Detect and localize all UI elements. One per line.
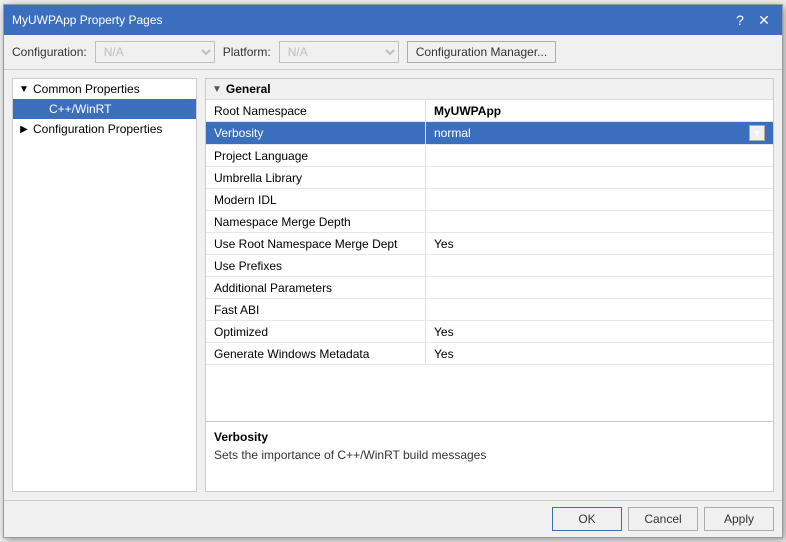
property-name-fast-abi: Fast ABI (206, 299, 426, 320)
ok-button[interactable]: OK (552, 507, 622, 531)
apply-button[interactable]: Apply (704, 507, 774, 531)
sidebar-item-common-properties[interactable]: ▼ Common Properties (13, 79, 196, 99)
dialog: MyUWPApp Property Pages ? ✕ Configuratio… (3, 4, 783, 538)
property-value-use-root-namespace: Yes (426, 233, 773, 254)
close-button[interactable]: ✕ (754, 11, 774, 29)
property-name-verbosity: Verbosity (206, 122, 426, 144)
section-title: General (226, 82, 271, 96)
property-row-generate-windows-metadata[interactable]: Generate Windows Metadata Yes (206, 343, 773, 365)
property-row-optimized[interactable]: Optimized Yes (206, 321, 773, 343)
main-content: ▼ Common Properties C++/WinRT ▶ Configur… (4, 70, 782, 500)
property-name-umbrella-library: Umbrella Library (206, 167, 426, 188)
sidebar-label-common: Common Properties (33, 82, 140, 96)
footer: OK Cancel Apply (4, 500, 782, 537)
property-value-optimized: Yes (426, 321, 773, 342)
property-name-use-prefixes: Use Prefixes (206, 255, 426, 276)
sidebar: ▼ Common Properties C++/WinRT ▶ Configur… (12, 78, 197, 492)
property-value-umbrella-library (426, 167, 773, 188)
description-text: Sets the importance of C++/WinRT build m… (214, 448, 765, 462)
section-collapse-arrow: ▼ (212, 84, 222, 95)
platform-select[interactable]: N/A (279, 41, 399, 63)
property-value-modern-idl (426, 189, 773, 210)
property-name-optimized: Optimized (206, 321, 426, 342)
sidebar-label-cpp-winrt: C++/WinRT (49, 102, 111, 116)
collapse-arrow-common: ▼ (17, 84, 31, 95)
title-bar: MyUWPApp Property Pages ? ✕ (4, 5, 782, 35)
property-name-additional-params: Additional Parameters (206, 277, 426, 298)
verbosity-value-text: normal (434, 126, 471, 140)
property-row-umbrella-library[interactable]: Umbrella Library (206, 167, 773, 189)
description-title: Verbosity (214, 430, 765, 444)
cancel-button[interactable]: Cancel (628, 507, 698, 531)
property-name-use-root-namespace: Use Root Namespace Merge Dept (206, 233, 426, 254)
property-row-project-language[interactable]: Project Language (206, 145, 773, 167)
property-value-generate-windows-metadata: Yes (426, 343, 773, 364)
title-bar-buttons: ? ✕ (730, 11, 774, 29)
toolbar: Configuration: N/A Platform: N/A Configu… (4, 35, 782, 70)
property-value-project-language (426, 145, 773, 166)
property-value-root-namespace: MyUWPApp (426, 100, 773, 121)
property-value-use-prefixes (426, 255, 773, 276)
property-value-namespace-merge-depth (426, 211, 773, 232)
configuration-select[interactable]: N/A (95, 41, 215, 63)
property-name-namespace-merge-depth: Namespace Merge Depth (206, 211, 426, 232)
section-header-general: ▼ General (206, 79, 773, 100)
property-row-namespace-merge-depth[interactable]: Namespace Merge Depth (206, 211, 773, 233)
property-row-use-root-namespace[interactable]: Use Root Namespace Merge Dept Yes (206, 233, 773, 255)
sidebar-label-config: Configuration Properties (33, 122, 162, 136)
property-row-modern-idl[interactable]: Modern IDL (206, 189, 773, 211)
dialog-title: MyUWPApp Property Pages (12, 13, 163, 27)
sidebar-item-cpp-winrt[interactable]: C++/WinRT (13, 99, 196, 119)
property-value-additional-params (426, 277, 773, 298)
sidebar-item-config-properties[interactable]: ▶ Configuration Properties (13, 119, 196, 139)
property-row-fast-abi[interactable]: Fast ABI (206, 299, 773, 321)
property-grid: ▼ General Root Namespace MyUWPApp Verbos… (206, 79, 773, 421)
property-name-project-language: Project Language (206, 145, 426, 166)
description-panel: Verbosity Sets the importance of C++/Win… (206, 421, 773, 491)
config-label: Configuration: (12, 45, 87, 59)
verbosity-dropdown-arrow[interactable]: ▼ (749, 125, 765, 141)
property-value-fast-abi (426, 299, 773, 320)
property-row-root-namespace[interactable]: Root Namespace MyUWPApp (206, 100, 773, 122)
collapse-arrow-config: ▶ (17, 124, 31, 135)
property-value-verbosity: normal ▼ (426, 122, 773, 144)
property-row-verbosity[interactable]: Verbosity normal ▼ (206, 122, 773, 145)
config-manager-button[interactable]: Configuration Manager... (407, 41, 556, 63)
property-row-additional-params[interactable]: Additional Parameters (206, 277, 773, 299)
property-name-generate-windows-metadata: Generate Windows Metadata (206, 343, 426, 364)
property-name-root-namespace: Root Namespace (206, 100, 426, 121)
platform-label: Platform: (223, 45, 271, 59)
property-panel: ▼ General Root Namespace MyUWPApp Verbos… (205, 78, 774, 492)
help-button[interactable]: ? (730, 11, 750, 29)
property-name-modern-idl: Modern IDL (206, 189, 426, 210)
property-row-use-prefixes[interactable]: Use Prefixes (206, 255, 773, 277)
